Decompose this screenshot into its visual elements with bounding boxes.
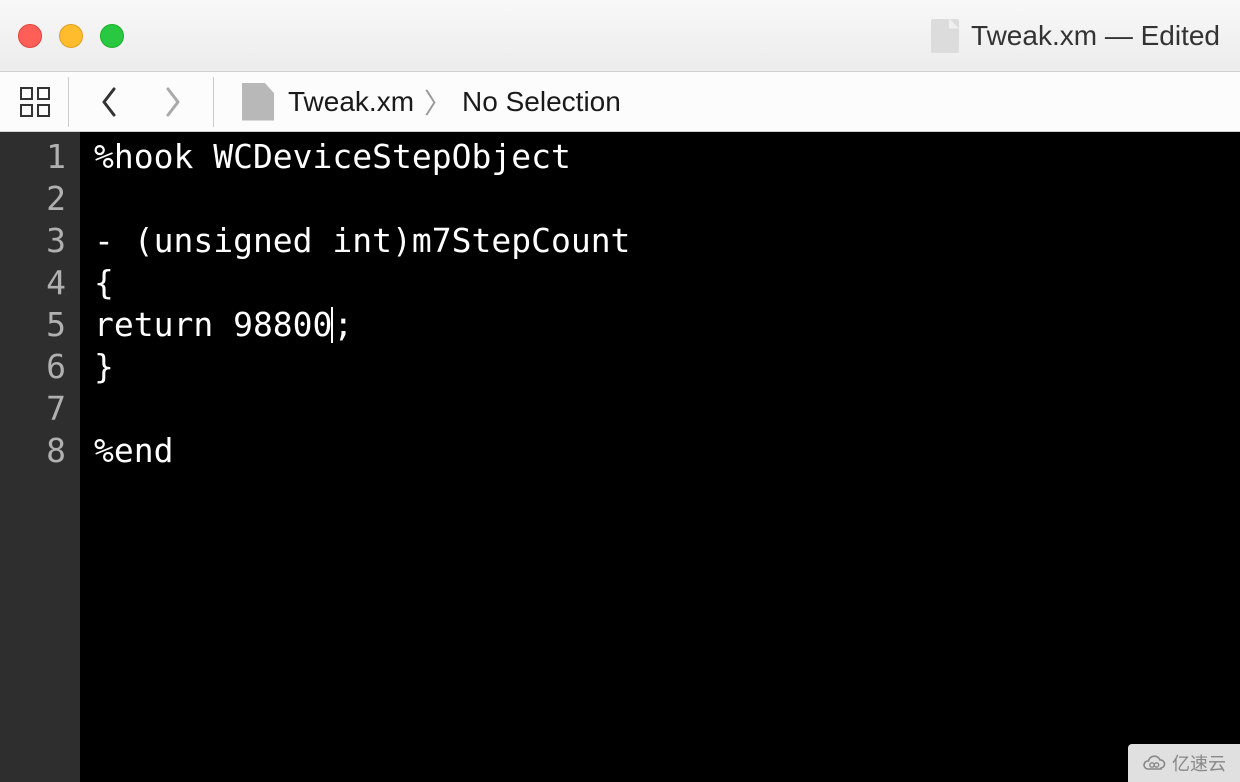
window-title: Tweak.xm — Edited (931, 19, 1220, 53)
line-number: 6 (0, 346, 80, 388)
line-number: 7 (0, 388, 80, 430)
nav-forward-button[interactable] (153, 82, 193, 122)
toolbar-divider (213, 77, 214, 127)
toolbar-divider (68, 77, 69, 127)
line-number: 2 (0, 178, 80, 220)
close-window-button[interactable] (18, 24, 42, 48)
line-number: 5 (0, 304, 80, 346)
line-number: 8 (0, 430, 80, 472)
line-number: 3 (0, 220, 80, 262)
watermark-text: 亿速云 (1172, 750, 1226, 776)
chevron-right-icon: 〉 (424, 82, 452, 122)
watermark: 亿速云 (1128, 744, 1240, 782)
code-line[interactable]: { (94, 262, 1240, 304)
breadcrumb[interactable]: Tweak.xm 〉 No Selection (288, 82, 621, 122)
code-line[interactable]: %end (94, 430, 1240, 472)
window-titlebar: Tweak.xm — Edited (0, 0, 1240, 72)
code-line[interactable] (94, 178, 1240, 220)
related-items-icon[interactable] (20, 87, 50, 117)
nav-back-button[interactable] (89, 82, 129, 122)
minimize-window-button[interactable] (59, 24, 83, 48)
code-line[interactable]: return 98800; (94, 304, 1240, 346)
line-number: 1 (0, 136, 80, 178)
code-line[interactable]: } (94, 346, 1240, 388)
code-area[interactable]: %hook WCDeviceStepObject - (unsigned int)… (80, 132, 1240, 782)
code-line[interactable]: - (unsigned int)m7StepCount (94, 220, 1240, 262)
navigation-toolbar: Tweak.xm 〉 No Selection (0, 72, 1240, 132)
maximize-window-button[interactable] (100, 24, 124, 48)
traffic-lights (0, 24, 124, 48)
file-icon (242, 83, 274, 121)
cloud-icon (1142, 751, 1166, 775)
line-number-gutter: 12345678 (0, 132, 80, 782)
window-title-text: Tweak.xm — Edited (971, 20, 1220, 52)
breadcrumb-selection[interactable]: No Selection (462, 86, 621, 118)
code-line[interactable] (94, 388, 1240, 430)
code-line[interactable]: %hook WCDeviceStepObject (94, 136, 1240, 178)
line-number: 4 (0, 262, 80, 304)
code-editor: 12345678 %hook WCDeviceStepObject - (unsi… (0, 132, 1240, 782)
breadcrumb-file[interactable]: Tweak.xm (288, 86, 414, 118)
document-icon (931, 19, 959, 53)
